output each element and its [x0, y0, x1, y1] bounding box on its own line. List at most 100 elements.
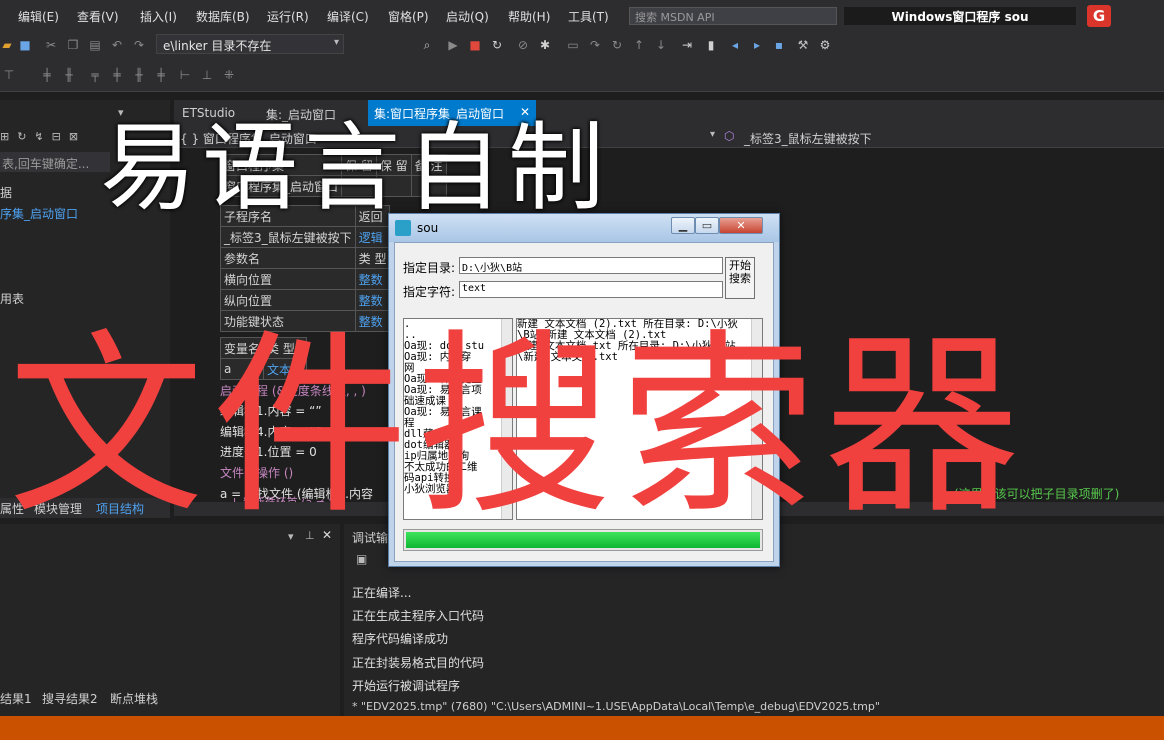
- align-top-icon[interactable]: ╪: [40, 68, 54, 82]
- align-left-icon[interactable]: ⊤: [2, 68, 16, 82]
- cut-icon[interactable]: ✂: [44, 38, 58, 52]
- cell[interactable]: 功能键状态: [220, 310, 356, 332]
- code-line[interactable]: 进度条1.位置 = 0: [220, 443, 317, 460]
- find-icon[interactable]: ⌕: [420, 38, 434, 52]
- menu-edit[interactable]: 编辑(E): [18, 8, 59, 25]
- bookmark-icon[interactable]: ▮: [704, 38, 718, 52]
- tree-item[interactable]: 用表: [0, 290, 24, 307]
- move-up-icon[interactable]: ↑: [632, 38, 646, 52]
- tree-item-startup-window[interactable]: 序集_启动窗口: [0, 205, 78, 222]
- wrench-icon[interactable]: ⚒: [796, 38, 810, 52]
- menu-tools[interactable]: 工具(T): [568, 8, 609, 25]
- tree-item[interactable]: 据: [0, 184, 12, 201]
- menu-launch[interactable]: 启动(Q): [446, 8, 489, 25]
- start-search-button[interactable]: 开始 搜索: [725, 257, 755, 299]
- nav-class-selector[interactable]: { } 窗口程序集_启动窗口: [180, 130, 317, 147]
- pin-icon[interactable]: ⊥: [305, 529, 315, 542]
- stop-icon[interactable]: ■: [468, 38, 482, 52]
- menu-compile[interactable]: 编译(C): [327, 8, 369, 25]
- breakpoint-icon[interactable]: ⊘: [516, 38, 530, 52]
- msdn-search-input[interactable]: 搜索 MSDN API: [629, 7, 837, 25]
- bookmark-next-icon[interactable]: ▸: [750, 38, 764, 52]
- order-icon[interactable]: ⊥: [200, 68, 214, 82]
- nav-method-selector[interactable]: _标签3_鼠标左键被按下: [744, 130, 872, 147]
- menu-insert[interactable]: 插入(I): [140, 8, 177, 25]
- menu-run[interactable]: 运行(R): [267, 8, 309, 25]
- listbox-scrollbar[interactable]: [751, 319, 762, 519]
- panel-menu-icon[interactable]: ▾: [288, 530, 294, 543]
- align-center-icon[interactable]: ╫: [62, 68, 76, 82]
- cell[interactable]: a: [219, 358, 265, 380]
- panel-toolbar-icons[interactable]: ⊞↻↯⊟⊠: [0, 130, 86, 143]
- dialog-titlebar[interactable]: sou ▁ ▭ ✕: [389, 214, 779, 242]
- tab-results-1[interactable]: 结果1: [0, 690, 32, 707]
- cell: 保 留: [375, 154, 412, 176]
- menu-database[interactable]: 数据库(B): [196, 8, 250, 25]
- copy-icon[interactable]: ❐: [66, 38, 80, 52]
- code-line[interactable]: 编辑框1.内容 = “”: [220, 402, 322, 419]
- cell[interactable]: _标签3_鼠标左键被按下: [220, 226, 356, 248]
- minimize-button[interactable]: ▁: [671, 217, 695, 234]
- output-line: 正在编译...: [352, 586, 412, 600]
- cell[interactable]: 窗口程序集_启动窗口: [219, 175, 343, 197]
- cell[interactable]: 横向位置: [220, 268, 356, 290]
- tab-etstudio[interactable]: ETStudio: [182, 106, 235, 120]
- grid-icon[interactable]: ⁜: [222, 68, 236, 82]
- string-input[interactable]: text: [459, 281, 723, 298]
- folder-listbox[interactable]: ... Oa现: dot_stu Oa现: 内网穿网 Oa现: 神音健盘 Oa现: 易语…: [403, 318, 513, 520]
- menu-view[interactable]: 查看(V): [77, 8, 119, 25]
- listbox-scrollbar[interactable]: [501, 319, 512, 519]
- restart-icon[interactable]: ↻: [490, 38, 504, 52]
- menu-pane[interactable]: 窗格(P): [388, 8, 429, 25]
- code-line[interactable]: 启动线程 (&进度条线程, , ): [220, 382, 366, 399]
- bookmark-prev-icon[interactable]: ◂: [728, 38, 742, 52]
- cell[interactable]: 纵向位置: [220, 289, 356, 311]
- undo-icon[interactable]: ↶: [110, 38, 124, 52]
- path-combo[interactable]: e\linker 目录不存在: [156, 34, 344, 54]
- panel-menu-icon[interactable]: ▾: [118, 106, 124, 119]
- step-out-icon[interactable]: ↻: [610, 38, 624, 52]
- space-v-icon[interactable]: ╪: [110, 68, 124, 82]
- step-into-icon[interactable]: ▭: [566, 38, 580, 52]
- move-down-icon[interactable]: ↓: [654, 38, 668, 52]
- clear-output-icon[interactable]: ▣: [356, 552, 367, 566]
- indent-icon[interactable]: ⇥: [680, 38, 694, 52]
- bookmark-clear-icon[interactable]: ▪: [772, 38, 786, 52]
- list-item[interactable]: Oa现: 内网穿: [404, 352, 512, 363]
- space-h-icon[interactable]: ╤: [88, 68, 102, 82]
- tab-project-structure[interactable]: 项目结构: [96, 500, 144, 517]
- size-icon[interactable]: ⊢: [178, 68, 192, 82]
- menu-help[interactable]: 帮助(H): [508, 8, 550, 25]
- chevron-down-icon[interactable]: ▾: [334, 37, 339, 48]
- save-icon[interactable]: ■: [18, 38, 32, 52]
- step-over-icon[interactable]: ↷: [588, 38, 602, 52]
- tab-modules[interactable]: 模块管理: [34, 500, 82, 517]
- tab-active-startup-window[interactable]: 集:窗口程序集_启动窗口 ✕: [368, 100, 536, 126]
- code-line[interactable]: 文件夹操作 (): [220, 464, 293, 481]
- paste-icon[interactable]: ▤: [88, 38, 102, 52]
- same-height-icon[interactable]: ╪: [154, 68, 168, 82]
- list-item[interactable]: \新建 文本文档.txt: [517, 352, 762, 363]
- tab-breakpoints[interactable]: 断点堆栈: [110, 690, 158, 707]
- same-width-icon[interactable]: ╫: [132, 68, 146, 82]
- close-icon[interactable]: ✕: [322, 528, 332, 542]
- chevron-down-icon[interactable]: ▾: [710, 129, 715, 140]
- tab-results-2[interactable]: 搜寻结果2: [42, 690, 98, 707]
- gear-icon[interactable]: ⚙: [818, 38, 832, 52]
- open-folder-icon[interactable]: ▰: [0, 38, 14, 52]
- list-item[interactable]: 小狄浏览器: [404, 484, 512, 495]
- code-line[interactable]: 编辑框4.内容 = “”: [220, 423, 322, 440]
- close-button[interactable]: ✕: [719, 217, 763, 234]
- redo-icon[interactable]: ↷: [132, 38, 146, 52]
- dir-input[interactable]: D:\小狄\B站: [459, 257, 723, 274]
- maximize-button[interactable]: ▭: [695, 217, 719, 234]
- debug-icon[interactable]: ✱: [538, 38, 552, 52]
- tab-startup-window[interactable]: 集:_启动窗口: [266, 106, 336, 123]
- list-item[interactable]: .: [404, 319, 512, 330]
- close-icon[interactable]: ✕: [520, 105, 530, 119]
- panel-search-input[interactable]: 表,回车键确定...: [0, 152, 110, 172]
- run-icon[interactable]: ▶: [446, 38, 460, 52]
- result-listbox[interactable]: 新建 文本文档 (2).txt 所在目录: D:\小狄 \B站\新建 文本文档 (…: [516, 318, 763, 520]
- list-item[interactable]: Oa现: 易语言课: [404, 407, 512, 418]
- tab-properties[interactable]: 属性: [0, 500, 24, 517]
